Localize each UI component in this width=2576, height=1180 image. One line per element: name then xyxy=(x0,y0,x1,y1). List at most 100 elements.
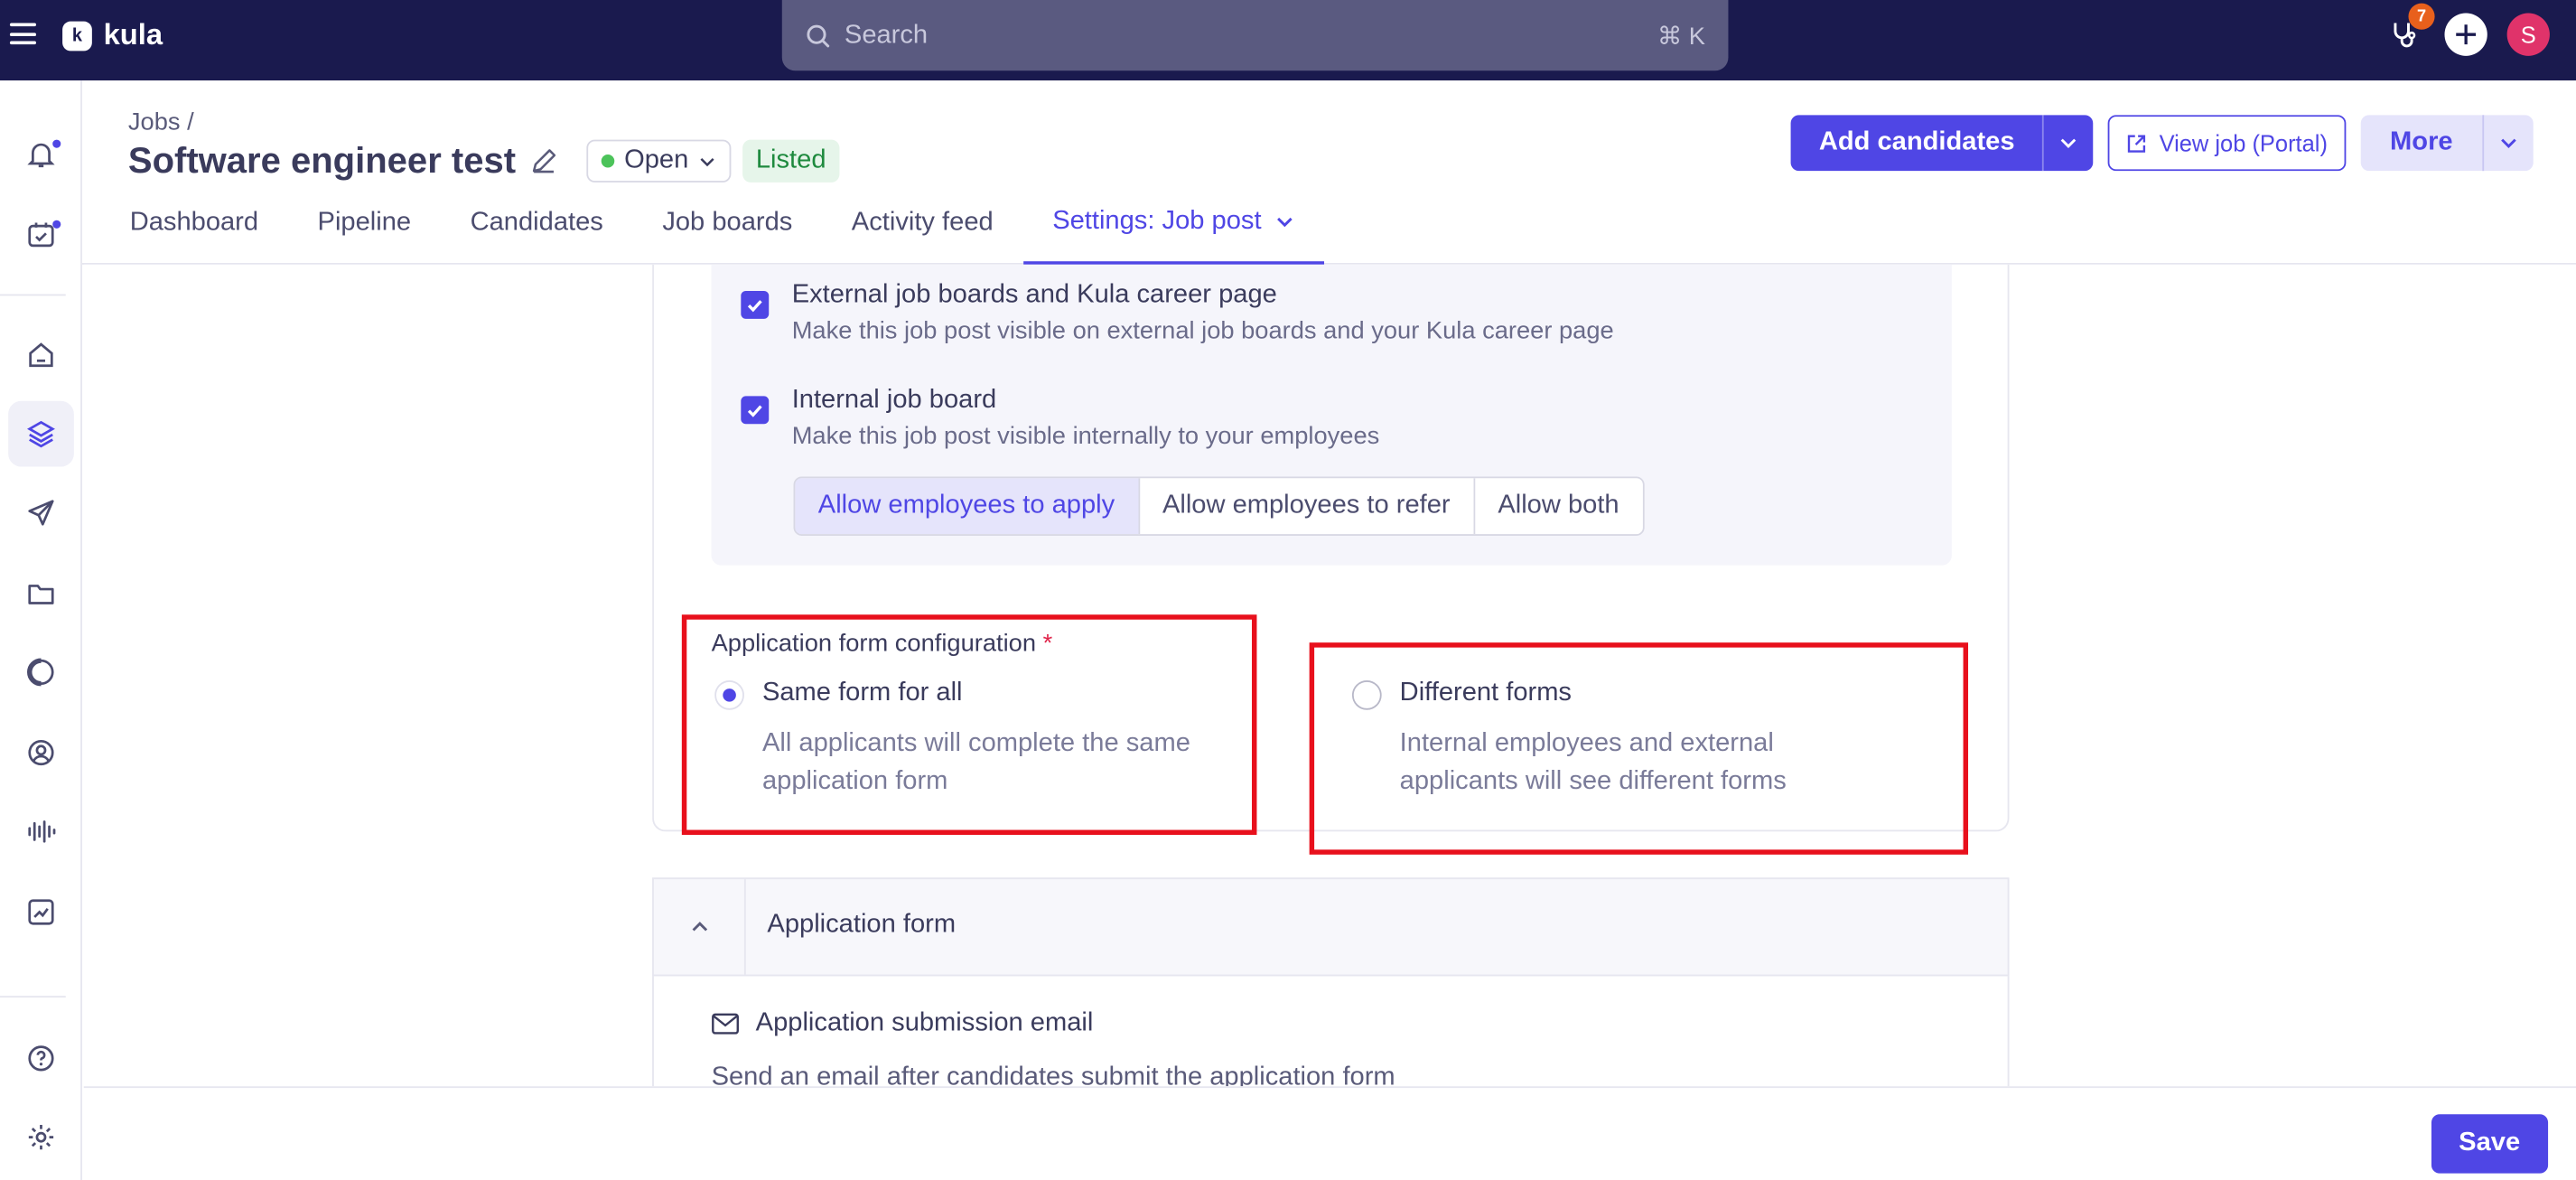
chevron-up-icon xyxy=(691,922,707,932)
check-icon xyxy=(747,300,762,313)
submission-email-title: Application submission email xyxy=(755,1008,1094,1037)
allow-refer-option[interactable]: Allow employees to refer xyxy=(1139,478,1475,535)
sidebar-item-outreach[interactable] xyxy=(8,480,74,546)
external-boards-title: External job boards and Kula career page xyxy=(791,281,1277,309)
chevron-down-icon xyxy=(700,157,714,166)
audio-wave-icon xyxy=(28,820,56,843)
sidebar-item-notifications[interactable] xyxy=(8,122,74,188)
submission-email-desc: Send an email after candidates submit th… xyxy=(711,1063,1395,1087)
sidebar-item-analytics[interactable] xyxy=(8,879,74,945)
tab-pipeline[interactable]: Pipeline xyxy=(288,189,441,258)
tab-dashboard[interactable]: Dashboard xyxy=(100,189,288,258)
chart-icon xyxy=(28,899,54,925)
job-tabs: Dashboard Pipeline Candidates Job boards… xyxy=(100,189,1324,265)
plus-icon xyxy=(2456,24,2477,45)
home-icon xyxy=(29,342,53,368)
external-boards-desc: Make this job post visible on external j… xyxy=(791,317,1614,345)
check-icon xyxy=(747,405,762,417)
chevron-down-icon xyxy=(2061,138,2077,148)
save-button[interactable]: Save xyxy=(2431,1114,2549,1174)
kula-logo-icon: k xyxy=(62,20,92,51)
search-input[interactable]: Search ⌘ K xyxy=(781,0,1729,71)
sidebar-item-files[interactable] xyxy=(8,560,74,626)
status-dot xyxy=(601,154,615,168)
sidebar-divider xyxy=(0,294,66,296)
highlight-box-different-forms xyxy=(1309,642,1969,855)
gear-icon xyxy=(28,1125,54,1150)
send-icon xyxy=(28,500,54,526)
collapse-button[interactable] xyxy=(654,879,746,975)
sidebar xyxy=(0,80,82,1180)
sidebar-item-calendar[interactable] xyxy=(8,202,74,268)
sidebar-divider xyxy=(0,996,66,998)
user-circle-icon xyxy=(28,739,54,766)
app-name: kula xyxy=(103,18,163,52)
unread-dot xyxy=(52,220,61,229)
page-title: Software engineer test xyxy=(127,139,517,182)
submission-email-section: Application submission email Send an ema… xyxy=(652,976,2010,1087)
half-circle-icon xyxy=(27,658,54,687)
search-icon xyxy=(807,23,830,47)
notification-badge: 7 xyxy=(2408,3,2435,30)
allow-both-option[interactable]: Allow both xyxy=(1474,478,1643,535)
internal-board-checkbox[interactable] xyxy=(741,396,770,425)
view-job-portal-button[interactable]: View job (Portal) xyxy=(2108,115,2346,172)
create-button[interactable] xyxy=(2444,13,2487,56)
bell-icon xyxy=(27,143,55,168)
mail-icon xyxy=(712,1013,739,1035)
more-menu-button[interactable] xyxy=(2482,115,2533,172)
folder-icon xyxy=(28,585,54,604)
external-link-icon xyxy=(2128,134,2146,152)
footer-bar: Save xyxy=(83,1086,2576,1180)
sidebar-item-insights[interactable] xyxy=(8,640,74,706)
tab-candidates[interactable]: Candidates xyxy=(441,189,633,258)
listed-badge: Listed xyxy=(742,139,840,183)
application-form-section: Application form xyxy=(652,877,2010,977)
add-candidates-menu-button[interactable] xyxy=(2042,115,2093,172)
app-logo[interactable]: k kula xyxy=(62,18,163,52)
more-button[interactable]: More xyxy=(2360,115,2534,172)
application-form-title: Application form xyxy=(767,910,957,939)
layers-icon xyxy=(26,420,55,448)
unread-dot xyxy=(52,139,61,148)
allow-apply-option[interactable]: Allow employees to apply xyxy=(795,478,1140,535)
settings-content: External job boards and Kula career page… xyxy=(83,264,2576,1087)
help-icon xyxy=(28,1045,54,1072)
job-status-dropdown[interactable]: Open xyxy=(586,139,732,183)
internal-board-option[interactable]: Internal job board Make this job post vi… xyxy=(741,386,1379,450)
internal-board-title: Internal job board xyxy=(791,386,997,415)
sidebar-item-people[interactable] xyxy=(8,720,74,786)
job-status-label: Open xyxy=(624,145,689,174)
calendar-check-icon xyxy=(28,222,54,248)
external-boards-checkbox[interactable] xyxy=(741,290,770,319)
sidebar-item-jobs[interactable] xyxy=(8,400,74,467)
search-placeholder: Search xyxy=(844,20,929,49)
chevron-down-icon xyxy=(2501,138,2516,148)
pencil-icon[interactable] xyxy=(529,146,559,176)
search-shortcut: ⌘ K xyxy=(1657,22,1705,51)
view-job-label: View job (Portal) xyxy=(2159,129,2328,156)
chevron-down-icon xyxy=(1276,217,1293,228)
sidebar-item-settings[interactable] xyxy=(8,1104,74,1170)
add-candidates-button[interactable]: Add candidates xyxy=(1790,115,2094,172)
tab-settings-label: Settings: Job post xyxy=(1052,207,1262,236)
highlight-box-same-form xyxy=(681,614,1257,835)
sidebar-item-help[interactable] xyxy=(8,1025,74,1091)
sidebar-item-home[interactable] xyxy=(8,323,74,389)
sidebar-item-voice[interactable] xyxy=(8,799,74,865)
tab-activity-feed[interactable]: Activity feed xyxy=(822,189,1022,258)
tab-job-boards[interactable]: Job boards xyxy=(633,189,822,258)
external-boards-option[interactable]: External job boards and Kula career page… xyxy=(741,281,1614,345)
breadcrumb[interactable]: Jobs / xyxy=(128,108,194,136)
top-bar: k kula Search ⌘ K 7 S xyxy=(0,0,2576,81)
employee-permission-segmented: Allow employees to apply Allow employees… xyxy=(793,476,1644,536)
page-header: Jobs / Software engineer test Open Liste… xyxy=(81,80,2576,265)
internal-board-desc: Make this job post visible internally to… xyxy=(791,422,1380,451)
tab-settings-job-post[interactable]: Settings: Job post xyxy=(1022,189,1324,265)
more-label: More xyxy=(2390,127,2453,156)
add-candidates-label: Add candidates xyxy=(1818,127,2015,156)
visibility-panel: External job boards and Kula career page… xyxy=(711,264,1952,566)
menu-icon[interactable] xyxy=(9,23,37,45)
notifications-button[interactable]: 7 xyxy=(2382,3,2435,56)
user-avatar[interactable]: S xyxy=(2506,13,2550,56)
